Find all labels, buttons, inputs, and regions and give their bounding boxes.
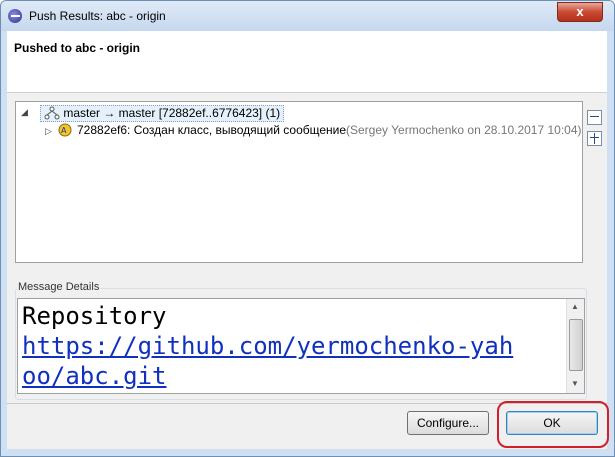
configure-button[interactable]: Configure... bbox=[407, 411, 489, 435]
scroll-up-icon[interactable]: ▲ bbox=[571, 302, 579, 311]
collapse-all-button[interactable] bbox=[587, 110, 602, 125]
scroll-down-icon[interactable]: ▼ bbox=[571, 379, 579, 388]
tree-row-commit[interactable]: ▷ A 72882ef6: Создан класс, выводящий со… bbox=[16, 122, 582, 139]
dialog-client: Pushed to abc - origin ◢ master → master… bbox=[7, 31, 609, 449]
message-details-text[interactable]: Repository https://github.com/yermochenk… bbox=[17, 298, 585, 394]
tree-row-branch[interactable]: ◢ master → master [72882ef..6776423] (1) bbox=[16, 102, 576, 122]
commit-author-date: (Sergey Yermochenko on 28.10.2017 10:04) bbox=[346, 123, 582, 137]
dialog-header: Pushed to abc - origin bbox=[7, 31, 607, 93]
branch-label: master → master [72882ef..6776423] (1) bbox=[63, 106, 281, 120]
scrollbar-thumb[interactable] bbox=[569, 319, 583, 371]
commit-icon: A bbox=[58, 123, 72, 137]
repository-link-part1[interactable]: https://github.com/yermochenko-yah bbox=[22, 331, 562, 361]
expand-all-button[interactable] bbox=[587, 131, 602, 146]
window-title: Push Results: abc - origin bbox=[29, 9, 166, 23]
selection-highlight: master → master [72882ef..6776423] (1) bbox=[40, 105, 285, 122]
header-title: Pushed to abc - origin bbox=[14, 41, 141, 55]
title-bar: Push Results: abc - origin x bbox=[1, 1, 614, 31]
svg-text:A: A bbox=[61, 126, 67, 135]
push-results-tree[interactable]: ◢ master → master [72882ef..6776423] (1)… bbox=[15, 101, 583, 263]
collapse-all-icon bbox=[590, 116, 599, 117]
collapsed-twistie-icon[interactable]: ▷ bbox=[45, 123, 52, 139]
vertical-scrollbar[interactable]: ▲ ▼ bbox=[566, 299, 584, 393]
repository-link-part2[interactable]: oo/abc.git bbox=[22, 361, 562, 391]
message-line-repository: Repository bbox=[22, 302, 167, 330]
close-button[interactable]: x bbox=[557, 2, 603, 22]
commit-message: 72882ef6: Создан класс, выводящий сообще… bbox=[77, 123, 347, 137]
push-results-window: Push Results: abc - origin x Pushed to a… bbox=[0, 0, 615, 457]
eclipse-icon bbox=[8, 9, 22, 23]
expanded-twistie-icon[interactable]: ◢ bbox=[21, 104, 28, 120]
branch-icon bbox=[44, 106, 60, 120]
ok-button-highlight bbox=[497, 401, 609, 448]
message-details-content: Repository https://github.com/yermochenk… bbox=[22, 301, 562, 391]
message-details-label: Message Details bbox=[17, 281, 101, 293]
expand-all-icon-vertical bbox=[594, 133, 595, 144]
